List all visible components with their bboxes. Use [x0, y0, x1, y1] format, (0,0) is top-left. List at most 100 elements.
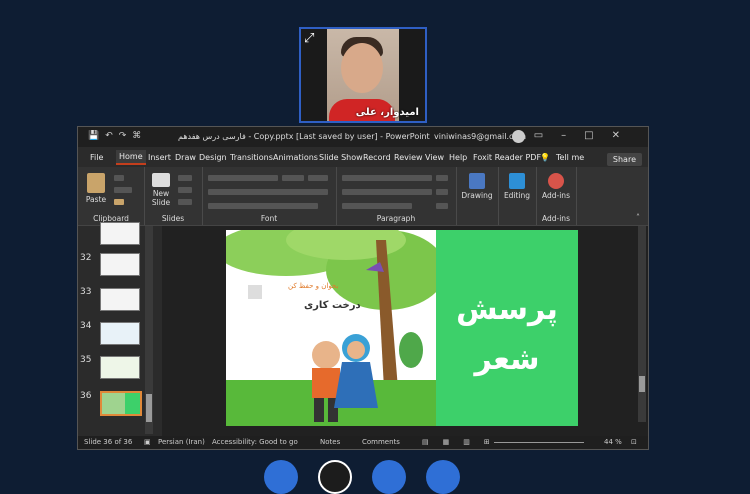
slides-group: New Slide Slides [144, 167, 203, 225]
tab-animations[interactable]: Animations [273, 153, 318, 162]
phone-button[interactable] [372, 460, 406, 494]
addins-button[interactable]: Add-ins [538, 173, 574, 200]
slide-thumbnail[interactable] [100, 356, 140, 379]
participant-video-tile[interactable]: ⤢ امیدوار، علی [299, 27, 427, 123]
status-bar: Slide 36 of 36 ▣ Persian (Iran) Accessib… [78, 436, 648, 449]
slide-subtitle: درخت کاری [304, 300, 361, 311]
slide-editing-area[interactable]: بخوان و حفظ کن درخت کاری پرسش شعر [162, 226, 648, 436]
font-group: Font [202, 167, 337, 225]
current-slide[interactable]: بخوان و حفظ کن درخت کاری پرسش شعر [226, 230, 578, 426]
camera-off-button[interactable] [318, 460, 352, 494]
slide-thumbnail[interactable] [100, 253, 140, 276]
paragraph-group: Paragraph [336, 167, 457, 225]
reset-icon[interactable] [178, 187, 192, 193]
tab-view[interactable]: View [425, 153, 444, 162]
copy-icon[interactable] [114, 187, 132, 193]
thumbnail-number: 34 [80, 321, 92, 331]
share-button[interactable]: Share [606, 153, 642, 166]
cut-icon[interactable] [114, 175, 124, 181]
tab-review[interactable]: Review [394, 153, 423, 162]
title-bar: 💾↶↷⌘ فارسی درس هفدهم - Copy.pptx [Last s… [78, 127, 648, 147]
tab-slide-show[interactable]: Slide Show [319, 153, 363, 162]
participant-name: امیدوار، علی [355, 107, 419, 118]
quick-access-toolbar[interactable]: 💾↶↷⌘ [88, 131, 147, 141]
avatar[interactable] [512, 130, 525, 143]
addins-icon [548, 173, 564, 189]
drawing-group: Drawing [456, 167, 499, 225]
find-icon [509, 173, 525, 189]
ribbon: Paste Clipboard New Slide Slides Font Pa… [78, 167, 648, 226]
drawing-button[interactable]: Drawing [458, 173, 496, 200]
layout-icon[interactable] [178, 175, 192, 181]
slide-thumbnails-pane: 32 33 34 35 36 [78, 222, 154, 436]
slide-counter: Slide 36 of 36 [84, 438, 133, 446]
view-buttons[interactable]: ▤▦▥⊞ [422, 438, 504, 446]
scrollbar-thumb[interactable] [146, 394, 152, 422]
smartart-icon[interactable] [436, 203, 448, 209]
font-style-row[interactable] [208, 189, 328, 195]
accessibility-status[interactable]: Accessibility: Good to go [212, 438, 298, 446]
editing-group: Editing [498, 167, 537, 225]
slide-thumbnail[interactable] [100, 288, 140, 311]
bullets-row[interactable] [342, 175, 432, 181]
zoom-slider[interactable] [494, 442, 584, 443]
align-text-icon[interactable] [436, 189, 448, 195]
slide-illustration [226, 230, 436, 426]
thumbnail-number: 36 [80, 391, 92, 401]
tab-file[interactable]: File [90, 153, 103, 162]
collapse-ribbon-icon[interactable]: ˄ [636, 213, 640, 222]
editing-button[interactable]: Editing [500, 173, 534, 200]
slide-title-line1: پرسش [456, 292, 558, 327]
clipboard-group: Paste Clipboard [78, 167, 145, 225]
new-slide-label: New Slide [151, 189, 171, 207]
text-direction-icon[interactable] [436, 175, 448, 181]
drawing-label: Drawing [461, 191, 493, 200]
new-slide-button[interactable]: New Slide [148, 173, 174, 207]
tell-me-box[interactable]: Tell me [556, 153, 584, 162]
paste-button[interactable]: Paste [84, 173, 108, 204]
zoom-level[interactable]: 44 % [604, 438, 622, 446]
slide-thumbnail[interactable] [100, 222, 140, 245]
font-color-row[interactable] [208, 203, 318, 209]
microphone-button[interactable] [426, 460, 460, 494]
alignment-row[interactable] [342, 189, 432, 195]
addins-label: Add-ins [542, 191, 570, 200]
slide-thumbnail-active[interactable] [100, 391, 142, 416]
spellcheck-icon[interactable]: ▣ [144, 438, 151, 446]
slides-group-label: Slides [161, 214, 185, 223]
share-screen-button[interactable] [264, 460, 298, 494]
paragraph-group-label: Paragraph [376, 214, 416, 223]
slide-scrollbar[interactable] [638, 226, 646, 422]
font-size-box[interactable] [282, 175, 304, 181]
powerpoint-window: 💾↶↷⌘ فارسی درس هفدهم - Copy.pptx [Last s… [77, 126, 649, 450]
comments-button[interactable]: Comments [362, 438, 400, 446]
spacing-row[interactable] [342, 203, 412, 209]
format-painter-icon[interactable] [114, 199, 124, 205]
tab-insert[interactable]: Insert [148, 153, 171, 162]
lightbulb-icon: 💡 [540, 153, 550, 162]
tab-record[interactable]: Record [363, 153, 391, 162]
font-group-label: Font [260, 214, 278, 223]
slide-title-line2: شعر [474, 342, 540, 377]
thumbnail-number: 33 [80, 287, 92, 297]
expand-icon[interactable]: ⤢ [304, 31, 314, 46]
notes-button[interactable]: Notes [320, 438, 340, 446]
section-icon[interactable] [178, 199, 192, 205]
participant-face [341, 43, 383, 93]
addins-group-label: Add-ins [542, 214, 570, 223]
tab-design[interactable]: Design [199, 153, 227, 162]
font-name-box[interactable] [208, 175, 278, 181]
thumbnail-scrollbar[interactable] [145, 226, 153, 434]
language-status[interactable]: Persian (Iran) [158, 438, 205, 446]
fit-to-window-icon[interactable]: ⊡ [631, 438, 637, 446]
font-grow-icon[interactable] [308, 175, 328, 181]
tab-help[interactable]: Help [449, 153, 467, 162]
slide-thumbnail[interactable] [100, 322, 140, 345]
ribbon-tabs: File Home Insert Draw Design Transitions… [78, 149, 648, 166]
tab-draw[interactable]: Draw [175, 153, 196, 162]
tab-transitions[interactable]: Transitions [230, 153, 273, 162]
scrollbar-thumb[interactable] [639, 376, 645, 392]
tab-home[interactable]: Home [116, 150, 146, 165]
tab-foxit[interactable]: Foxit Reader PDF [473, 153, 541, 162]
window-controls[interactable]: ▭–□✕ [534, 130, 638, 141]
